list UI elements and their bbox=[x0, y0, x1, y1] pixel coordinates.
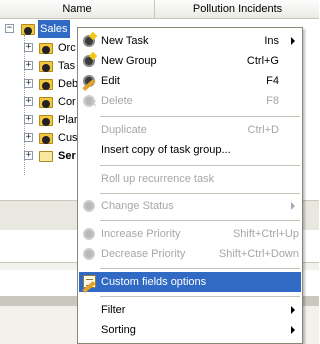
folder-icon bbox=[38, 130, 54, 146]
tree-node[interactable]: + Cor bbox=[0, 93, 80, 111]
change-status-icon bbox=[82, 198, 98, 214]
tree-node-label[interactable]: Cus bbox=[58, 129, 78, 147]
decrease-priority-icon bbox=[82, 246, 98, 262]
expand-icon[interactable]: + bbox=[24, 97, 33, 106]
tree-node-label[interactable]: Deb bbox=[58, 75, 78, 93]
expand-icon[interactable]: + bbox=[24, 43, 33, 52]
menu-item-duplicate[interactable]: Duplicate Ctrl+D bbox=[79, 120, 301, 140]
folder-icon bbox=[38, 112, 54, 128]
folder-icon bbox=[38, 76, 54, 92]
tree-node-label[interactable]: Orc bbox=[58, 39, 76, 57]
menu-item-delete[interactable]: ✕ Delete F8 bbox=[79, 91, 301, 111]
menu-separator bbox=[100, 268, 300, 269]
custom-fields-icon bbox=[82, 274, 98, 294]
delete-icon: ✕ bbox=[82, 93, 98, 110]
increase-priority-icon bbox=[82, 226, 98, 242]
edit-icon bbox=[82, 73, 98, 92]
submenu-arrow-icon bbox=[291, 326, 295, 334]
name-column-header[interactable]: Name bbox=[0, 0, 155, 18]
pollution-incidents-column-header[interactable]: Pollution Incidents bbox=[156, 0, 319, 18]
tree-node[interactable]: + Ser bbox=[0, 147, 80, 165]
menu-item-edit[interactable]: Edit F4 bbox=[79, 71, 301, 92]
tree-node[interactable]: + Plar bbox=[0, 111, 80, 129]
folder-icon bbox=[20, 21, 36, 37]
tree-node[interactable]: + Orc bbox=[0, 39, 80, 57]
menu-separator bbox=[100, 165, 300, 166]
menu-separator bbox=[100, 116, 300, 117]
folder-icon bbox=[38, 40, 54, 56]
tree-node-label[interactable]: Tas bbox=[58, 57, 75, 75]
folder-icon bbox=[38, 58, 54, 74]
menu-item-increase-priority[interactable]: Increase Priority Shift+Ctrl+Up bbox=[79, 224, 301, 244]
menu-item-custom-fields-options[interactable]: Custom fields options bbox=[79, 272, 301, 294]
filter-folder-icon bbox=[38, 148, 54, 164]
menu-item-roll-up[interactable]: Roll up recurrence task bbox=[79, 169, 301, 189]
expand-icon[interactable]: + bbox=[24, 79, 33, 88]
menu-item-new-task[interactable]: New Task Ins bbox=[79, 31, 301, 51]
context-menu: New Task Ins New Group Ctrl+G Edit F4 ✕ … bbox=[77, 27, 303, 344]
collapse-icon[interactable]: − bbox=[5, 24, 14, 33]
tree-node[interactable]: + Cus bbox=[0, 129, 80, 147]
folder-icon bbox=[38, 94, 54, 110]
menu-separator bbox=[100, 193, 300, 194]
menu-item-insert-copy[interactable]: Insert copy of task group... bbox=[79, 140, 301, 160]
submenu-arrow-icon bbox=[291, 306, 295, 314]
tree-node-label[interactable]: Sales bbox=[38, 20, 70, 38]
submenu-arrow-icon bbox=[291, 202, 295, 210]
menu-separator bbox=[100, 296, 300, 297]
menu-separator bbox=[100, 220, 300, 221]
new-task-icon bbox=[82, 31, 98, 49]
tree-node[interactable]: + Deb bbox=[0, 75, 80, 93]
menu-item-decrease-priority[interactable]: Decrease Priority Shift+Ctrl+Down bbox=[79, 244, 301, 264]
menu-item-change-status[interactable]: Change Status bbox=[79, 196, 301, 216]
tree-node-label[interactable]: Ser bbox=[58, 147, 76, 165]
expand-icon[interactable]: + bbox=[24, 61, 33, 70]
tree-node-label[interactable]: Plar bbox=[58, 111, 78, 129]
menu-item-sorting[interactable]: Sorting bbox=[79, 320, 301, 340]
tree-node-label[interactable]: Cor bbox=[58, 93, 76, 111]
submenu-arrow-icon bbox=[291, 37, 295, 45]
expand-icon[interactable]: + bbox=[24, 115, 33, 124]
tree-node-sales[interactable]: − Sales bbox=[0, 20, 80, 38]
expand-icon[interactable]: + bbox=[24, 151, 33, 160]
expand-icon[interactable]: + bbox=[24, 133, 33, 142]
column-header: Name Pollution Incidents bbox=[0, 0, 319, 19]
new-group-icon bbox=[82, 51, 98, 69]
menu-item-filter[interactable]: Filter bbox=[79, 300, 301, 320]
menu-item-new-group[interactable]: New Group Ctrl+G bbox=[79, 51, 301, 71]
tree-node[interactable]: + Tas bbox=[0, 57, 80, 75]
